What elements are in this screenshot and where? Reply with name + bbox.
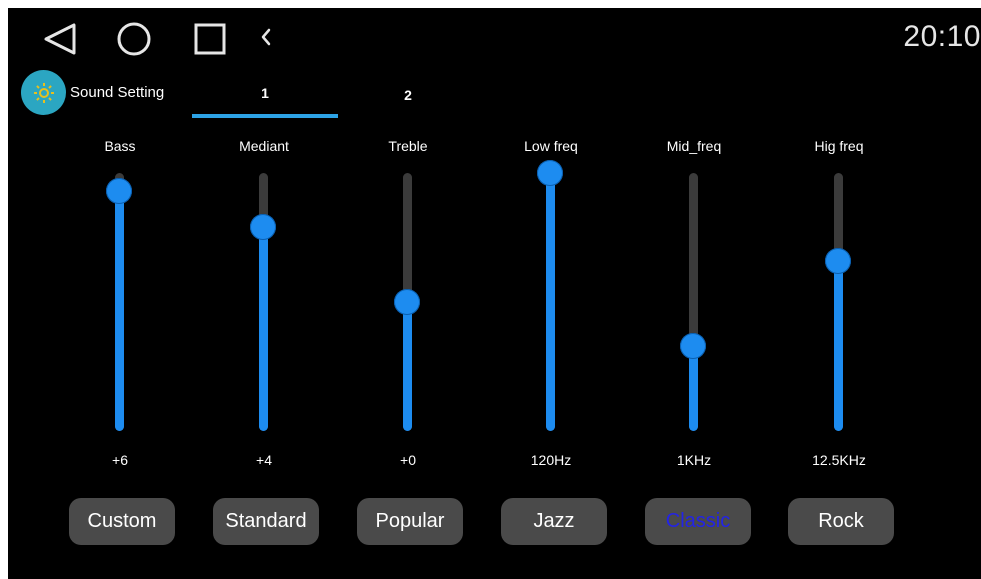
chevron-left-icon[interactable] [258,25,274,54]
tab-label: 2 [404,87,412,103]
band-label: Treble [388,138,428,154]
clock: 20:10 [903,20,981,53]
slider-fill [259,227,268,431]
band-value: +6 [112,452,128,468]
slider-fill [546,173,555,431]
band-label: Bass [104,138,136,154]
band-hig-freq: Hig freq 12.5KHz [767,134,911,474]
tab-1[interactable]: 1 [192,72,338,118]
slider-thumb[interactable] [106,178,132,205]
band-label: Hig freq [814,138,864,154]
band-label: Mid_freq [666,138,722,154]
preset-custom-button[interactable]: Custom [69,498,175,545]
slider-fill [403,302,412,431]
home-icon[interactable] [116,21,152,62]
slider-thumb[interactable] [537,160,563,186]
slider-track[interactable] [825,173,851,431]
slider-fill [834,260,843,431]
slider-track[interactable] [537,160,563,431]
band-value: +4 [256,452,272,468]
preset-standard-button[interactable]: Standard [213,498,319,545]
gear-icon[interactable] [21,70,66,115]
slider-track[interactable] [106,173,132,431]
slider-track[interactable] [680,173,706,431]
preset-rock-button[interactable]: Rock [788,498,894,545]
slider-thumb[interactable] [250,214,276,241]
band-value: 1KHz [676,452,712,468]
app-title: Sound Setting [70,84,165,101]
screen: 20:10 Sound Setting 1 2 Bass +6 Mediant … [8,8,981,579]
band-value: 12.5KHz [812,452,866,468]
preset-popular-button[interactable]: Popular [357,498,463,545]
band-mediant: Mediant +4 [192,134,336,474]
band-bass: Bass +6 [48,134,192,474]
band-low-freq: Low freq 120Hz [479,134,623,474]
recent-apps-icon[interactable] [194,23,226,60]
preset-classic-button[interactable]: Classic [645,498,751,545]
slider-thumb[interactable] [680,332,706,359]
band-label: Mediant [239,138,289,154]
slider-thumb[interactable] [825,247,851,274]
slider-fill [115,191,124,431]
band-treble: Treble +0 [336,134,480,474]
slider-track[interactable] [250,173,276,431]
tab-2[interactable]: 2 [335,72,481,118]
band-mid-freq: Mid_freq 1KHz [622,134,766,474]
band-label: Low freq [524,138,578,154]
slider-thumb[interactable] [394,289,420,315]
slider-track[interactable] [394,173,420,431]
band-value: +0 [400,452,416,468]
band-value: 120Hz [530,452,572,468]
preset-jazz-button[interactable]: Jazz [501,498,607,545]
tab-label: 1 [261,85,269,101]
back-icon[interactable] [42,22,78,61]
